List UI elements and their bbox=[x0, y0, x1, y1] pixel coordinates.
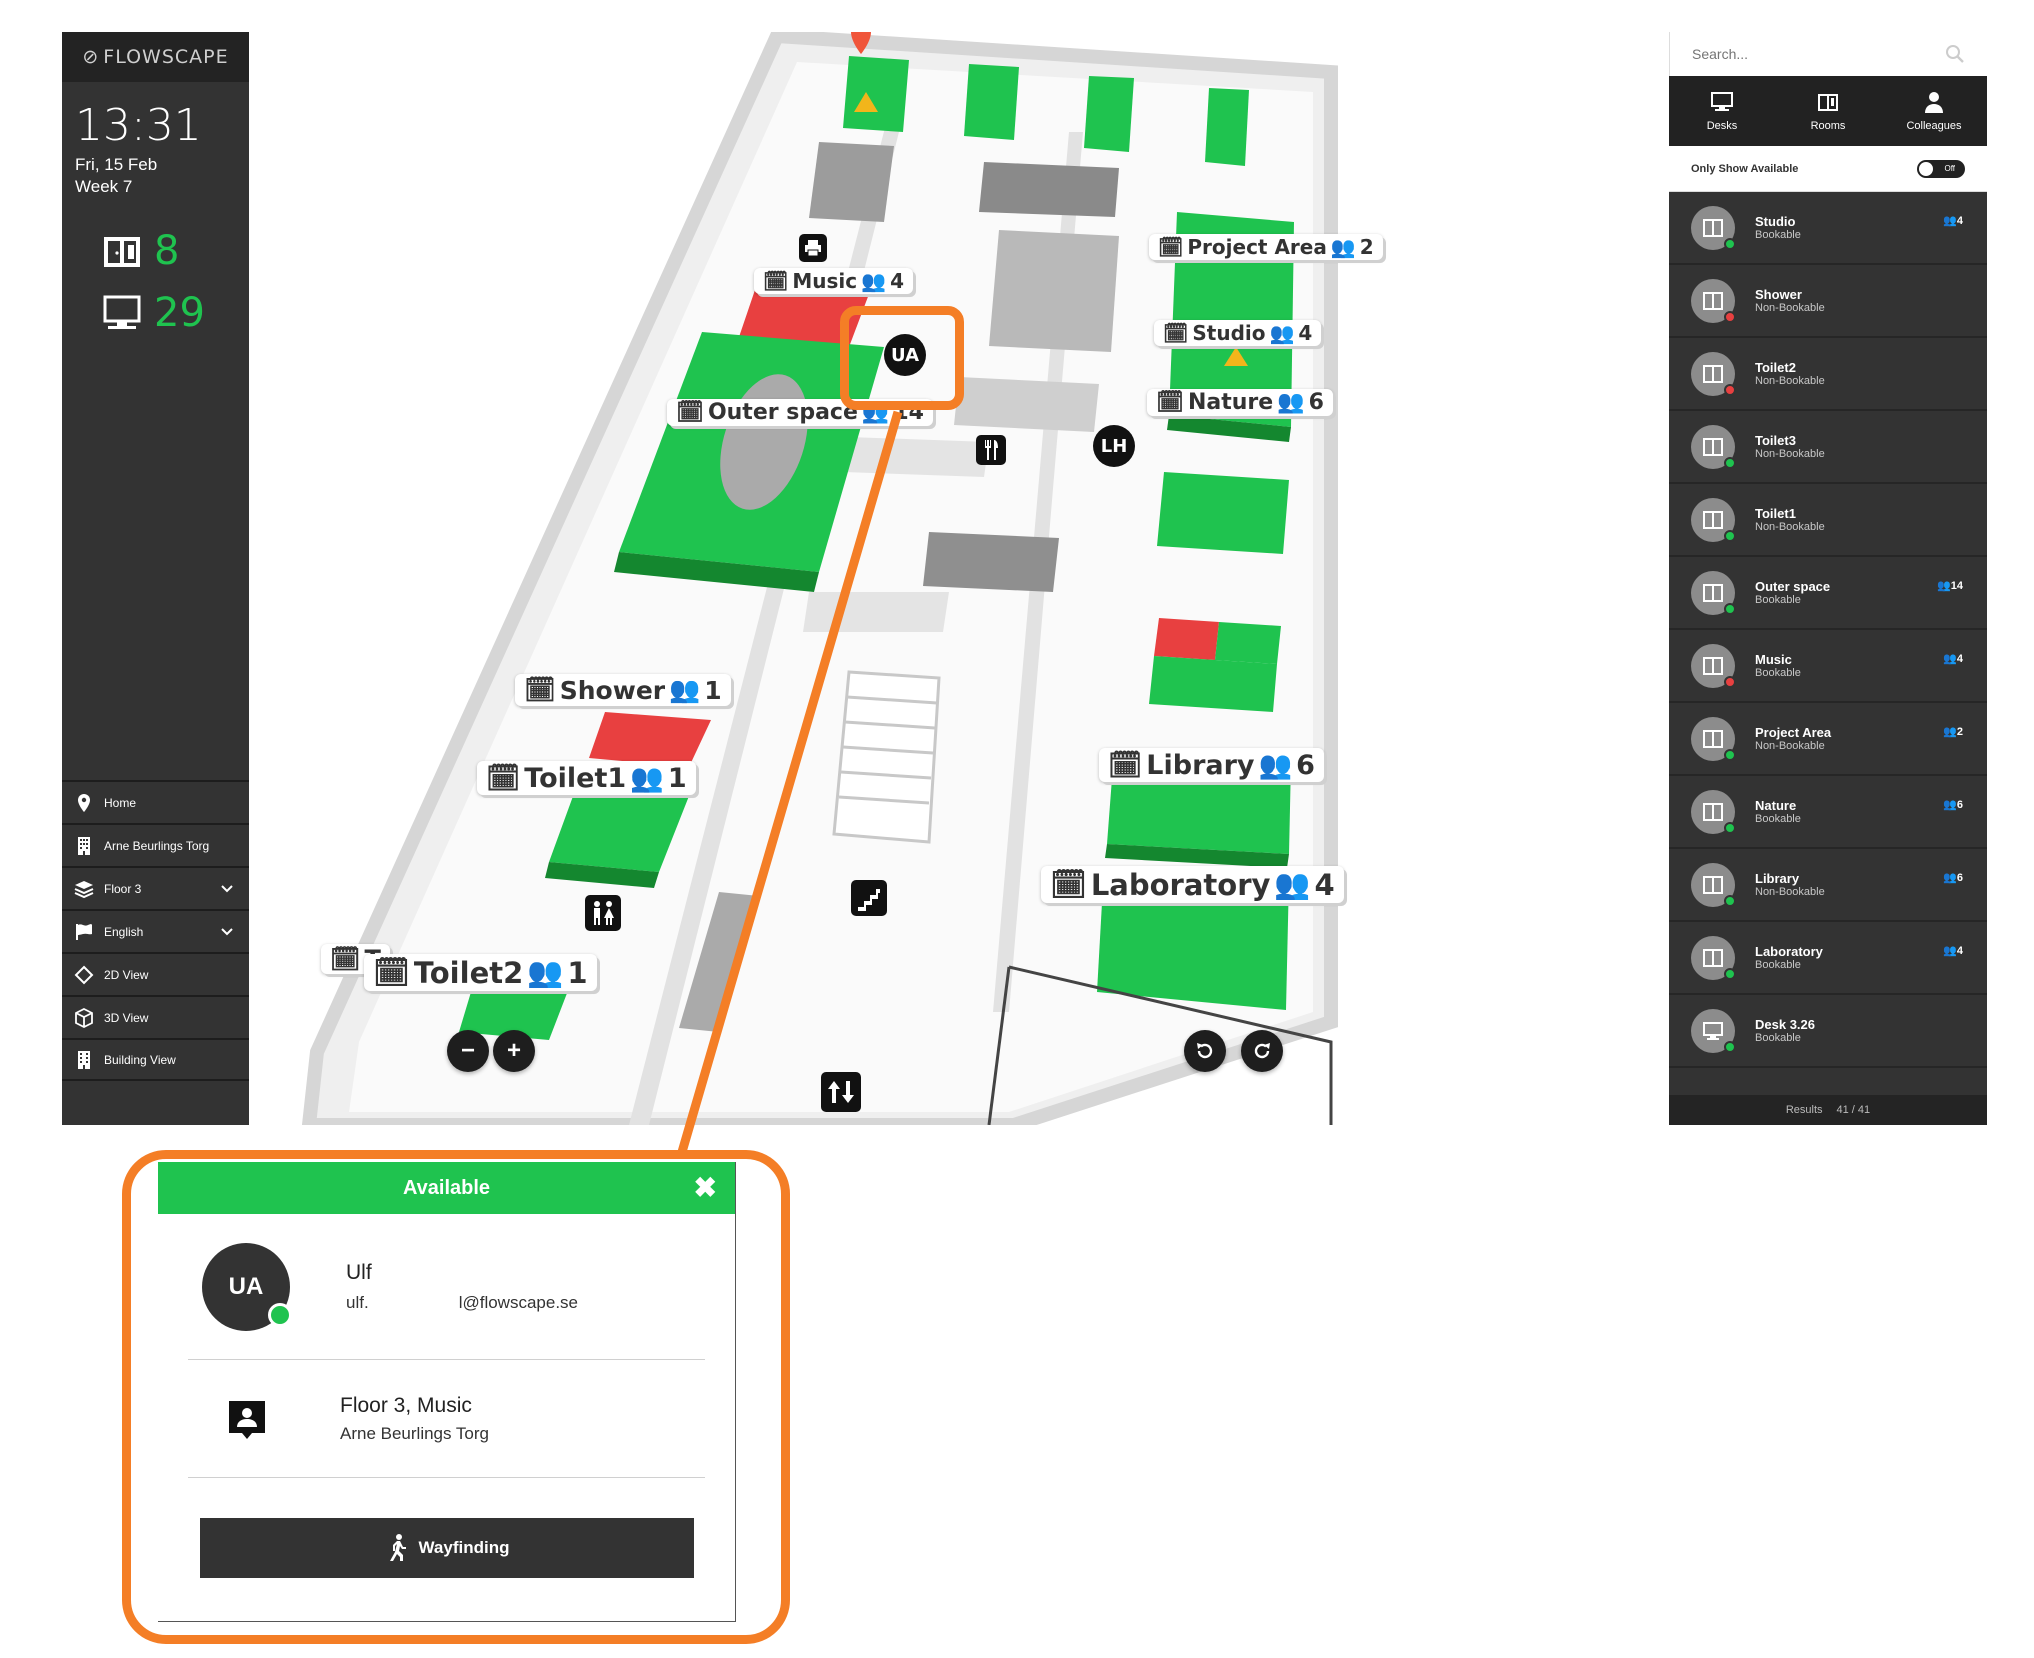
building-name: Arne Beurlings Torg bbox=[340, 1423, 489, 1443]
location-name: Floor 3, Music bbox=[340, 1393, 472, 1417]
close-icon[interactable]: ✖ bbox=[694, 1174, 717, 1202]
availability-status: Available bbox=[402, 1176, 491, 1199]
location-info: Floor 3, Music Arne Beurlings Torg bbox=[188, 1360, 705, 1478]
walking-icon bbox=[389, 1534, 406, 1561]
contact-location-icon bbox=[229, 1400, 265, 1439]
avatar: UA bbox=[202, 1242, 292, 1331]
pin-highlight-box bbox=[840, 306, 964, 410]
wayfinding-button[interactable]: Wayfinding bbox=[200, 1518, 694, 1578]
stage: ⊘ FLOWSCAPE 13:31 Fri, 15 Feb Week 7 8 2… bbox=[0, 0, 2034, 1658]
person-name: Ulf bbox=[346, 1260, 372, 1284]
popup-header: Available ✖ bbox=[158, 1162, 735, 1214]
status-dot bbox=[268, 1302, 292, 1327]
person-email[interactable]: ulf. l@flowscape.se bbox=[346, 1293, 578, 1313]
colleague-popup: Available ✖ UA Ulf ulf. l@flowscape.se Fl… bbox=[158, 1162, 736, 1622]
person-info: UA Ulf ulf. l@flowscape.se bbox=[188, 1214, 705, 1360]
